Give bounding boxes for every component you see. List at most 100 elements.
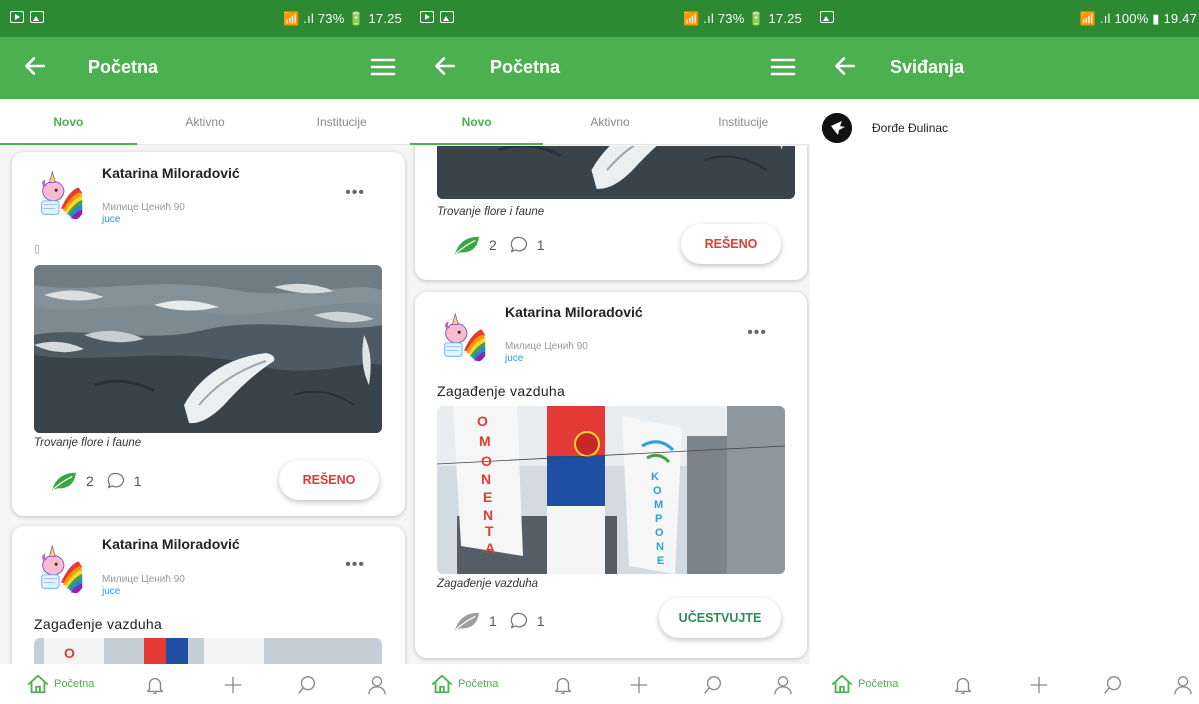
svg-text:P: P — [655, 513, 662, 525]
more-dots-icon[interactable]: ••• — [345, 184, 365, 202]
comment-bubble-icon[interactable] — [509, 235, 529, 255]
home-icon — [430, 673, 454, 695]
post-caption: Zagađenje vazduha — [437, 578, 539, 590]
post-author[interactable]: Katarina Miloradović — [505, 304, 655, 321]
plus-icon[interactable] — [1028, 674, 1050, 696]
svg-text:K: K — [651, 471, 659, 483]
bell-icon[interactable] — [952, 674, 974, 696]
status-indicators: 📶 .ıl 100% ▮ 19.47 — [1079, 11, 1197, 26]
page-title: Sviđanja — [890, 57, 965, 77]
arrow-left-icon[interactable] — [432, 53, 458, 79]
post-image[interactable] — [437, 146, 795, 199]
post-caption: Trovanje flore i faune — [437, 206, 545, 218]
tab-institucije[interactable]: Institucije — [677, 99, 810, 144]
bottom-nav: Početna — [810, 664, 1199, 704]
app-bar: Sviđanja — [810, 37, 1199, 99]
post-card[interactable]: Katarina Miloradović Милице Ценић 90 juc… — [12, 526, 405, 664]
post-feed[interactable]: Katarina Miloradović Милице Ценић 90 juc… — [0, 146, 410, 664]
avatar[interactable] — [32, 166, 90, 224]
leaf-icon[interactable] — [453, 234, 481, 256]
more-dots-icon[interactable]: ••• — [345, 556, 365, 574]
comment-count: 1 — [536, 613, 545, 629]
post-card[interactable]: Katarina Miloradović Милице Ценић 90 juc… — [12, 152, 405, 516]
comment-count: 1 — [536, 237, 545, 253]
post-author[interactable]: Katarina Miloradović — [102, 536, 252, 553]
svg-text:N: N — [656, 541, 664, 553]
tab-aktivno[interactable]: Aktivno — [543, 99, 676, 144]
image-notification-icon — [30, 11, 44, 23]
post-image[interactable]: O M O N E N T A K O M P O N E — [437, 406, 785, 574]
status-bar: 📶 .ıl 100% ▮ 19.47 — [810, 0, 1199, 37]
youtube-notification-icon — [10, 11, 24, 23]
post-time: juce — [102, 586, 121, 597]
avatar[interactable] — [32, 540, 90, 598]
youtube-notification-icon — [420, 11, 434, 23]
comment-bubble-icon[interactable] — [106, 471, 126, 491]
user-icon[interactable] — [366, 674, 388, 696]
more-dots-icon[interactable]: ••• — [747, 324, 767, 342]
svg-text:O: O — [477, 413, 488, 429]
resolved-button[interactable]: REŠENO — [681, 224, 781, 264]
nav-home[interactable]: Početna — [430, 673, 498, 695]
post-address: Милице Ценић 90 — [505, 341, 588, 352]
leaf-icon[interactable] — [453, 610, 481, 632]
svg-text:M: M — [479, 433, 491, 449]
avatar[interactable] — [435, 308, 493, 366]
plus-icon[interactable] — [628, 674, 650, 696]
home-screen-1: 📶 .ıl 73% 🔋 17.25 Početna Novo Aktivno I… — [0, 0, 410, 704]
tab-aktivno[interactable]: Aktivno — [137, 99, 274, 144]
post-author[interactable]: Katarina Miloradović — [102, 165, 252, 182]
user-icon[interactable] — [772, 674, 794, 696]
bottom-nav: Početna — [410, 664, 810, 704]
tab-novo[interactable]: Novo — [0, 99, 137, 145]
tab-bar: Novo Aktivno Institucije — [410, 99, 810, 145]
tab-institucije[interactable]: Institucije — [273, 99, 410, 144]
post-card[interactable]: Trovanje flore i faune 2 1 REŠENO — [415, 146, 807, 280]
post-title: Zagađenje vazduha — [437, 383, 566, 399]
svg-text:E: E — [657, 555, 664, 567]
app-bar: Početna — [0, 37, 410, 99]
resolved-button[interactable]: REŠENO — [279, 460, 379, 500]
status-bar: 📶 .ıl 73% 🔋 17.25 — [0, 0, 410, 37]
avatar[interactable] — [822, 113, 852, 143]
search-icon[interactable] — [1102, 674, 1124, 696]
likes-screen: 📶 .ıl 100% ▮ 19.47 Sviđanja Đorđe Đulina… — [810, 0, 1199, 704]
list-item[interactable]: Đorđe Đulinac — [822, 113, 948, 143]
plus-icon[interactable] — [222, 674, 244, 696]
post-stats: 2 1 — [453, 234, 549, 256]
post-time: juce — [505, 353, 524, 364]
svg-text:O: O — [64, 645, 75, 661]
status-indicators: 📶 .ıl 73% 🔋 17.25 — [683, 11, 802, 26]
post-address: Милице Ценић 90 — [102, 574, 185, 585]
participate-button[interactable]: UČESTVUJTE — [659, 598, 781, 638]
post-feed[interactable]: Trovanje flore i faune 2 1 REŠENO Katari… — [410, 146, 810, 664]
bell-icon[interactable] — [144, 674, 166, 696]
liker-name[interactable]: Đorđe Đulinac — [872, 121, 948, 135]
like-count: 2 — [86, 473, 94, 489]
svg-text:T: T — [485, 523, 494, 539]
arrow-left-icon[interactable] — [832, 53, 858, 79]
nav-home[interactable]: Početna — [830, 673, 898, 695]
nav-home-label: Početna — [458, 678, 499, 690]
post-image[interactable]: O — [34, 638, 382, 664]
bell-icon[interactable] — [552, 674, 574, 696]
hamburger-menu-icon[interactable] — [370, 57, 396, 77]
post-title: ▯ — [34, 243, 41, 255]
post-card[interactable]: Katarina Miloradović Милице Ценић 90 juc… — [415, 292, 807, 658]
home-icon — [830, 673, 854, 695]
search-icon[interactable] — [296, 674, 318, 696]
arrow-left-icon[interactable] — [22, 53, 48, 79]
comment-bubble-icon[interactable] — [509, 611, 529, 631]
svg-text:O: O — [655, 527, 664, 539]
tab-novo[interactable]: Novo — [410, 99, 544, 145]
svg-text:O: O — [481, 453, 492, 469]
search-icon[interactable] — [702, 674, 724, 696]
hamburger-menu-icon[interactable] — [770, 57, 796, 77]
post-image[interactable] — [34, 265, 382, 433]
home-icon — [26, 673, 50, 695]
nav-home[interactable]: Početna — [26, 673, 94, 695]
like-count: 1 — [489, 613, 497, 629]
user-icon[interactable] — [1172, 674, 1194, 696]
leaf-icon[interactable] — [50, 470, 78, 492]
post-time: juce — [102, 214, 121, 225]
